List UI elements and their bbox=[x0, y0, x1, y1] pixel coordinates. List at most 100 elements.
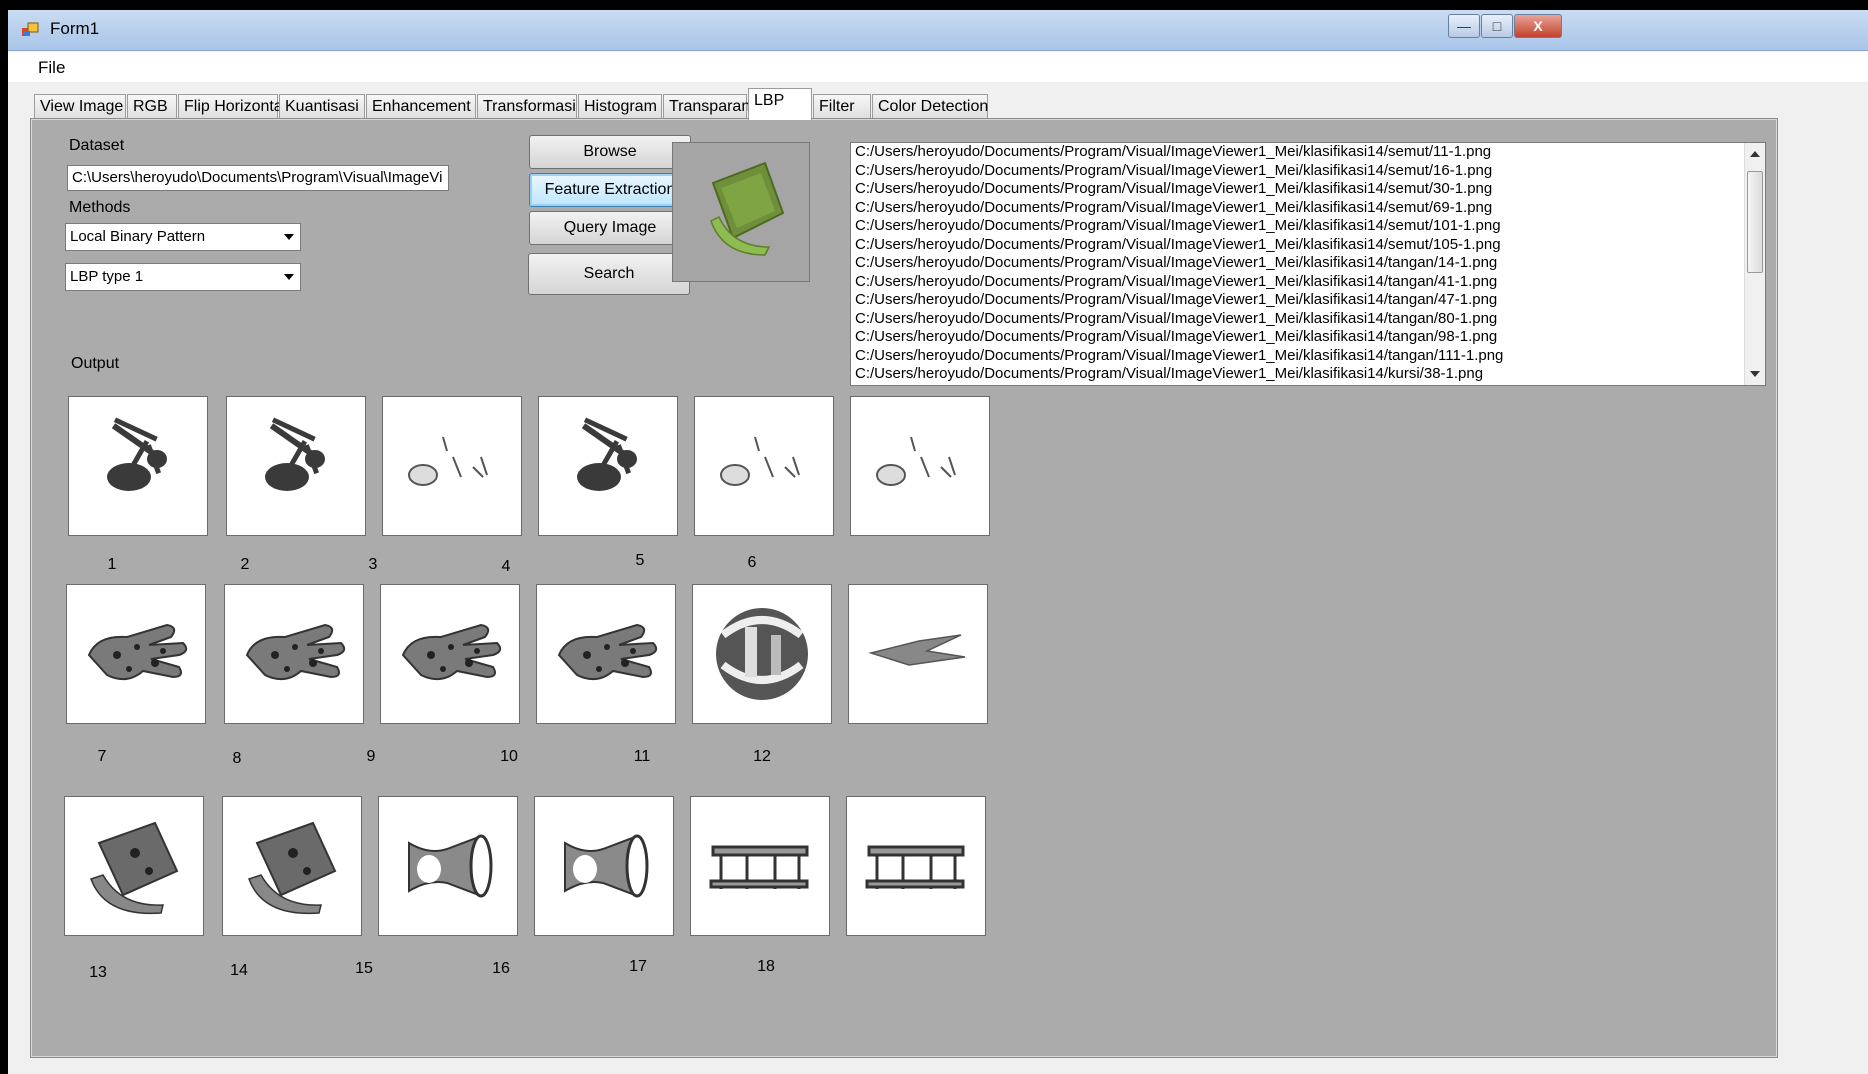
result-number-2: 2 bbox=[240, 556, 250, 573]
result-number-17: 17 bbox=[629, 958, 647, 975]
methods-label: Methods bbox=[69, 199, 131, 216]
result-image-5[interactable] bbox=[694, 396, 834, 536]
list-item[interactable]: C:/Users/heroyudo/Documents/Program/Visu… bbox=[851, 143, 1765, 162]
tab-transformasi[interactable]: Transformasi bbox=[477, 94, 577, 119]
result-ant-faint-image bbox=[720, 436, 800, 486]
list-item[interactable]: C:/Users/heroyudo/Documents/Program/Visu… bbox=[851, 180, 1765, 199]
result-image-15[interactable] bbox=[378, 796, 518, 936]
maximize-button[interactable]: □ bbox=[1481, 14, 1513, 38]
result-number-16: 16 bbox=[492, 960, 510, 977]
result-hand-image bbox=[557, 623, 658, 681]
result-image-9[interactable] bbox=[380, 584, 520, 724]
result-image-11[interactable] bbox=[692, 584, 832, 724]
result-ant-image bbox=[265, 417, 325, 491]
title-bar: Form1 — □ X bbox=[8, 10, 1868, 51]
list-item[interactable]: C:/Users/heroyudo/Documents/Program/Visu… bbox=[851, 217, 1765, 236]
tab-view-image[interactable]: View Image bbox=[34, 94, 126, 119]
tab-filter[interactable]: Filter bbox=[813, 94, 871, 119]
result-image-12[interactable] bbox=[848, 584, 988, 724]
result-number-5: 5 bbox=[635, 552, 645, 569]
result-image-4[interactable] bbox=[538, 396, 678, 536]
result-number-15: 15 bbox=[355, 960, 373, 977]
list-item[interactable]: C:/Users/heroyudo/Documents/Program/Visu… bbox=[851, 365, 1765, 384]
result-number-9: 9 bbox=[366, 748, 376, 765]
menu-bar: File bbox=[8, 52, 1868, 82]
result-ant-faint-image bbox=[408, 436, 488, 486]
list-item[interactable]: C:/Users/heroyudo/Documents/Program/Visu… bbox=[851, 236, 1765, 255]
result-image-14[interactable] bbox=[222, 796, 362, 936]
app-icon bbox=[22, 22, 39, 36]
browse-button[interactable]: Browse bbox=[529, 135, 691, 169]
result-image-6[interactable] bbox=[850, 396, 990, 536]
lbp-type-select-value: LBP type 1 bbox=[70, 268, 144, 285]
list-item[interactable]: C:/Users/heroyudo/Documents/Program/Visu… bbox=[851, 273, 1765, 292]
tab-color-detection[interactable]: Color Detection bbox=[872, 94, 988, 119]
chevron-down-icon bbox=[284, 234, 294, 240]
list-item[interactable]: C:/Users/heroyudo/Documents/Program/Visu… bbox=[851, 291, 1765, 310]
result-hand-faint-image bbox=[868, 634, 966, 666]
dataset-path-input[interactable]: C:\Users\heroyudo\Documents\Program\Visu… bbox=[67, 165, 449, 191]
result-number-11: 11 bbox=[633, 748, 651, 765]
result-image-16[interactable] bbox=[534, 796, 674, 936]
search-button[interactable]: Search bbox=[528, 253, 690, 295]
list-item[interactable]: C:/Users/heroyudo/Documents/Program/Visu… bbox=[851, 347, 1765, 366]
result-stool-image bbox=[865, 845, 965, 889]
result-number-12: 12 bbox=[753, 748, 771, 765]
tab-enhancement[interactable]: Enhancement bbox=[366, 94, 476, 119]
list-item[interactable]: C:/Users/heroyudo/Documents/Program/Visu… bbox=[851, 254, 1765, 273]
list-item[interactable]: C:/Users/heroyudo/Documents/Program/Visu… bbox=[851, 328, 1765, 347]
menu-file[interactable]: File bbox=[38, 58, 65, 78]
query-chair-image bbox=[710, 161, 785, 256]
result-ant-image bbox=[577, 417, 637, 491]
list-scrollbar[interactable] bbox=[1744, 143, 1765, 385]
result-image-17[interactable] bbox=[690, 796, 830, 936]
tab-flip-horizontal[interactable]: Flip Horizontal bbox=[178, 94, 286, 119]
result-file-list[interactable]: C:/Users/heroyudo/Documents/Program/Visu… bbox=[850, 142, 1766, 386]
result-number-1: 1 bbox=[107, 556, 117, 573]
dataset-label: Dataset bbox=[69, 137, 125, 154]
result-image-3[interactable] bbox=[382, 396, 522, 536]
result-ant-faint-image bbox=[876, 436, 956, 486]
list-item[interactable]: C:/Users/heroyudo/Documents/Program/Visu… bbox=[851, 199, 1765, 218]
result-stool-image bbox=[709, 845, 809, 889]
method-select[interactable]: Local Binary Pattern bbox=[65, 223, 301, 251]
result-image-10[interactable] bbox=[536, 584, 676, 724]
scroll-up-icon[interactable] bbox=[1750, 151, 1760, 157]
query-image-button[interactable]: Query Image bbox=[529, 211, 691, 245]
result-image-1[interactable] bbox=[68, 396, 208, 536]
scroll-down-icon[interactable] bbox=[1750, 371, 1760, 377]
result-image-7[interactable] bbox=[66, 584, 206, 724]
list-item[interactable]: C:/Users/heroyudo/Documents/Program/Visu… bbox=[851, 162, 1765, 181]
result-chair-image bbox=[248, 821, 337, 915]
tab-lbp[interactable]: LBP bbox=[748, 88, 812, 120]
result-image-13[interactable] bbox=[64, 796, 204, 936]
output-label: Output bbox=[71, 355, 120, 372]
result-number-14: 14 bbox=[230, 962, 248, 979]
result-number-4: 4 bbox=[501, 558, 511, 575]
result-chair-image bbox=[90, 821, 179, 915]
tab-rgb[interactable]: RGB bbox=[127, 94, 177, 119]
tab-histogram[interactable]: Histogram bbox=[578, 94, 662, 119]
result-number-6: 6 bbox=[747, 554, 757, 571]
chevron-down-icon bbox=[284, 274, 294, 280]
feature-extraction-button[interactable]: Feature Extraction bbox=[529, 173, 691, 207]
close-button[interactable]: X bbox=[1514, 14, 1562, 38]
result-number-7: 7 bbox=[97, 748, 107, 765]
list-item[interactable]: C:/Users/heroyudo/Documents/Program/Visu… bbox=[851, 310, 1765, 329]
tab-kuantisasi[interactable]: Kuantisasi bbox=[279, 94, 365, 119]
result-number-3: 3 bbox=[368, 556, 378, 573]
result-image-18[interactable] bbox=[846, 796, 986, 936]
result-number-13: 13 bbox=[89, 964, 107, 981]
scroll-thumb[interactable] bbox=[1747, 171, 1763, 273]
method-select-value: Local Binary Pattern bbox=[70, 228, 206, 245]
result-ant-image bbox=[107, 417, 167, 491]
result-number-8: 8 bbox=[232, 750, 242, 767]
result-image-2[interactable] bbox=[226, 396, 366, 536]
result-hand-image bbox=[245, 623, 346, 681]
lbp-type-select[interactable]: LBP type 1 bbox=[65, 263, 301, 291]
result-image-8[interactable] bbox=[224, 584, 364, 724]
minimize-button[interactable]: — bbox=[1448, 14, 1480, 38]
result-number-18: 18 bbox=[757, 958, 775, 975]
tab-transparan[interactable]: Transparan bbox=[663, 94, 750, 119]
window-title: Form1 bbox=[50, 19, 100, 38]
